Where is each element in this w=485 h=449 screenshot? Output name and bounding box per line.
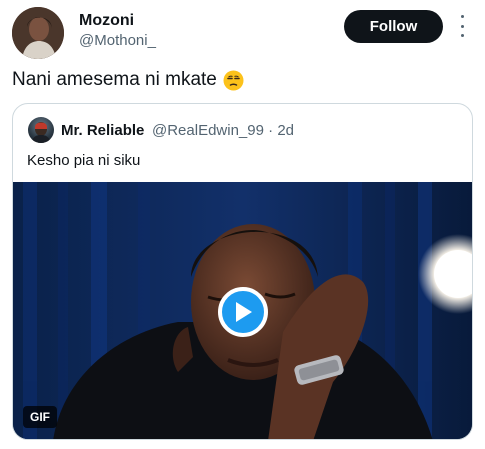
- author-name[interactable]: Mozoni: [79, 11, 134, 30]
- follow-button[interactable]: Follow: [344, 10, 443, 43]
- quoted-author-handle[interactable]: @RealEdwin_99: [152, 122, 264, 139]
- quoted-author-name[interactable]: Mr. Reliable: [61, 121, 144, 140]
- quoted-post-card[interactable]: Mr. Reliable @RealEdwin_99 · 2d Kesho pi…: [12, 103, 473, 440]
- gif-badge: GIF: [23, 406, 57, 428]
- author-handle[interactable]: @Mothoni_: [79, 31, 156, 50]
- quoted-meta: @RealEdwin_99 · 2d: [152, 121, 294, 140]
- post-text: Nani amesema ni mkate: [12, 69, 217, 90]
- meta-separator: ·: [268, 122, 274, 139]
- quoted-timestamp[interactable]: 2d: [277, 122, 294, 139]
- post-text-row: Nani amesema ni mkate: [12, 68, 244, 92]
- more-options-icon[interactable]: [457, 13, 467, 39]
- quoted-text: Kesho pia ni siku: [27, 152, 141, 169]
- unamused-face-icon: [223, 70, 244, 91]
- play-button[interactable]: [218, 287, 268, 337]
- author-avatar[interactable]: [12, 7, 64, 59]
- quoted-author-avatar[interactable]: [28, 117, 54, 143]
- play-icon: [236, 302, 252, 322]
- gif-media[interactable]: GIF: [13, 182, 472, 439]
